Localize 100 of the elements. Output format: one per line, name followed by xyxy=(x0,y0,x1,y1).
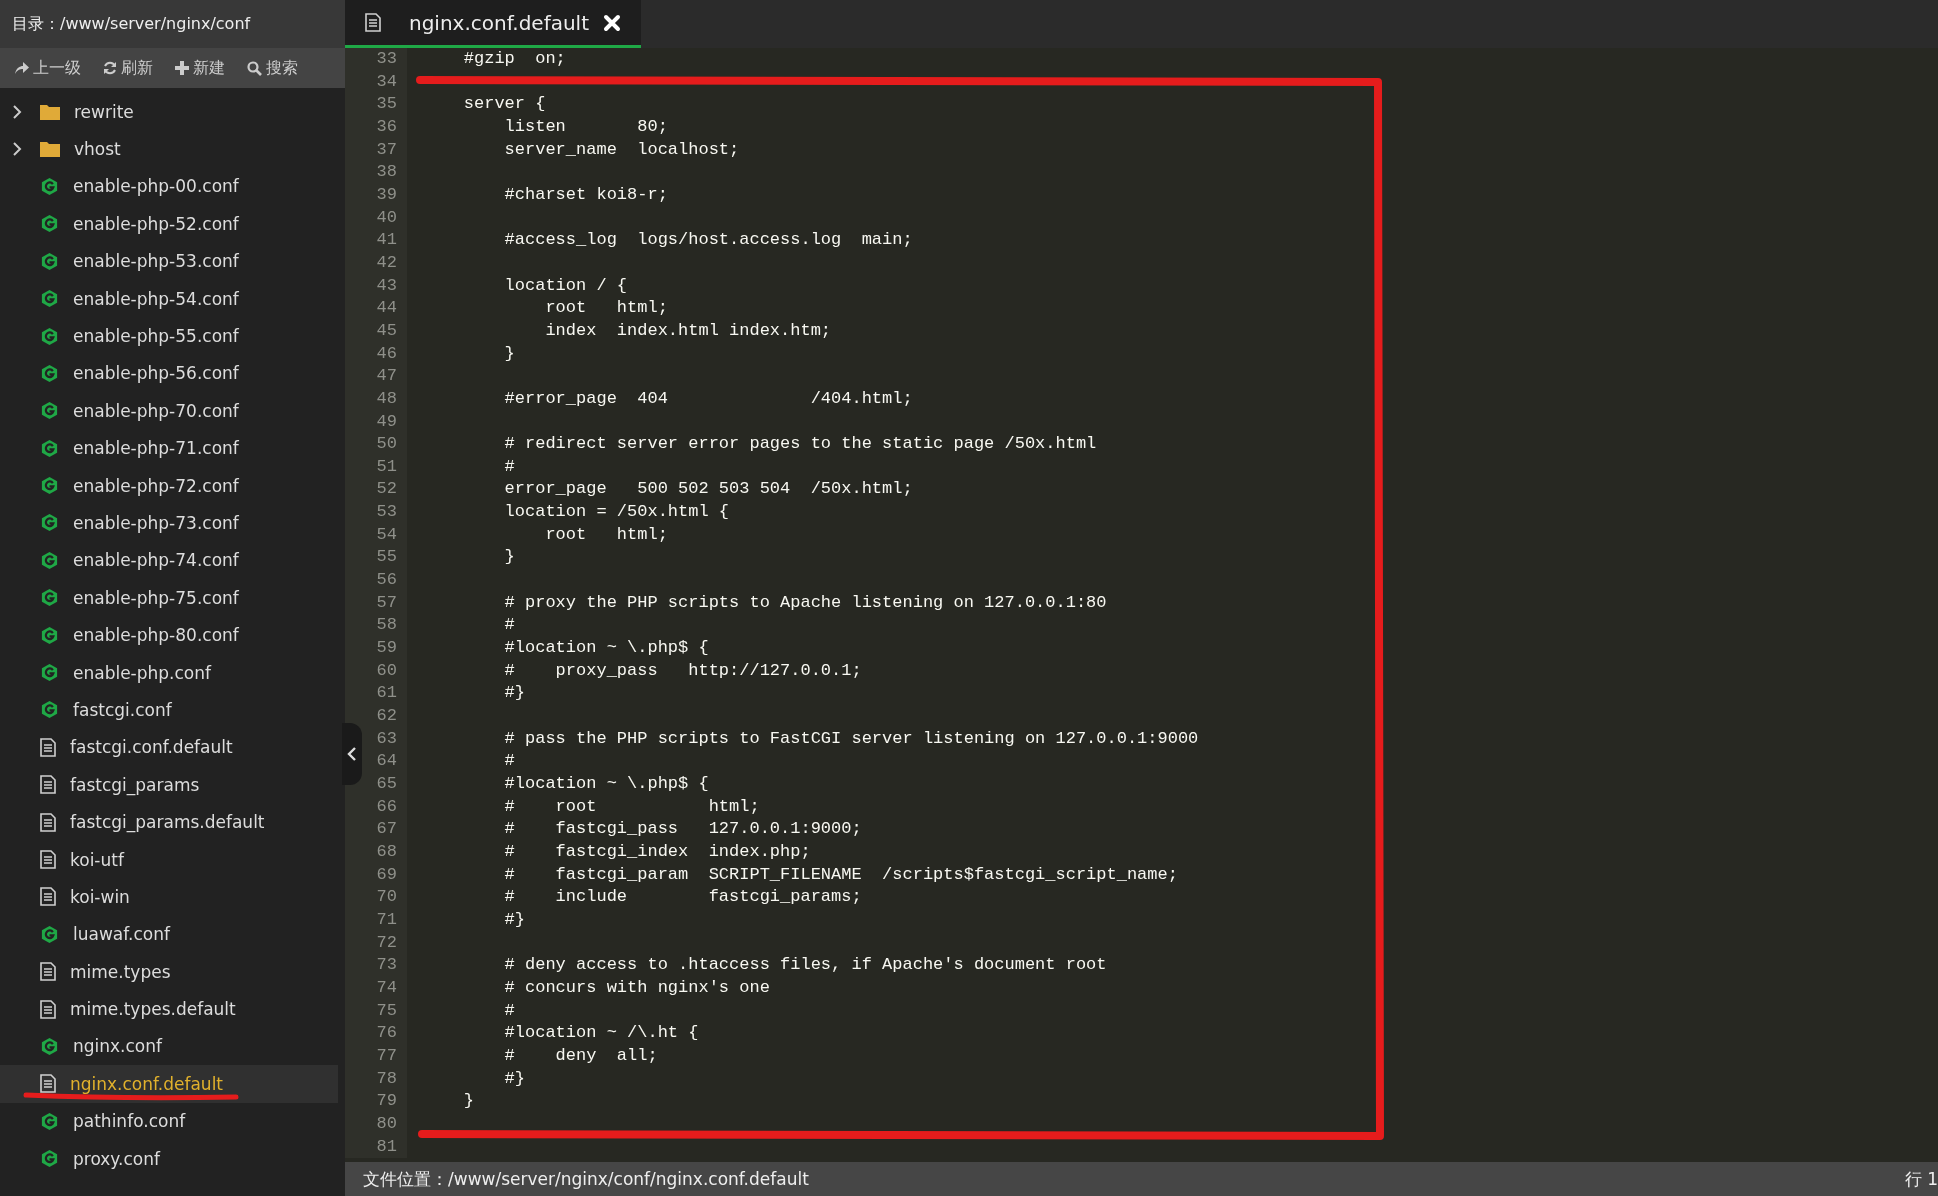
code-line: # redirect server error pages to the static page /50x.html xyxy=(503,433,1097,456)
code-line: root html; xyxy=(544,523,668,546)
code-line: server_name localhost; xyxy=(503,138,740,161)
code-line: # proxy_pass http://127.0.0.1; xyxy=(503,659,862,682)
line-number: 52 xyxy=(345,478,407,502)
code-line: #access_log logs/host.access.log main; xyxy=(503,229,913,252)
g-logo-icon xyxy=(40,550,59,570)
line-number: 62 xyxy=(345,705,407,728)
line-number: 42 xyxy=(345,251,407,275)
code-line: # root html; xyxy=(503,795,760,818)
code-line: # proxy the PHP scripts to Apache listening on 127.0.0.1:80 xyxy=(503,591,1107,614)
file-tree-item[interactable]: koi-win xyxy=(0,878,338,916)
code-line: } xyxy=(503,342,515,365)
g-logo-icon xyxy=(40,176,59,196)
file-tree-item[interactable]: enable-php-53.conf xyxy=(0,242,338,280)
file-tree-item[interactable]: enable-php-54.conf xyxy=(0,279,338,318)
editor-tab[interactable]: nginx.conf.default xyxy=(345,0,642,48)
toolbar-button[interactable]: 搜索 xyxy=(243,55,302,81)
directory-path: 目录：/www/server/nginx/conf xyxy=(12,13,251,35)
line-number: 69 xyxy=(345,863,407,887)
file-tree-item[interactable]: enable-php-55.conf xyxy=(0,317,338,355)
line-number: 77 xyxy=(345,1044,407,1068)
file-tree-item[interactable]: enable-php-70.conf xyxy=(0,392,338,430)
file-tree-item[interactable]: enable-php-73.conf xyxy=(0,504,338,542)
line-number: 74 xyxy=(345,976,407,1000)
file-tree-item[interactable]: nginx.conf xyxy=(0,1027,338,1066)
code-line: #location ~ \.php$ { xyxy=(503,773,709,795)
line-number: 57 xyxy=(345,591,407,615)
g-logo-icon xyxy=(40,924,59,944)
toolbar-button[interactable]: 刷新 xyxy=(99,55,157,81)
document-icon xyxy=(40,812,56,832)
file-tree-item[interactable]: fastcgi.conf xyxy=(0,691,338,729)
file-tree-item[interactable]: fastcgi_params.default xyxy=(0,803,338,841)
close-icon[interactable] xyxy=(603,13,622,32)
file-tree-item[interactable]: enable-php.conf xyxy=(0,653,338,692)
document-icon xyxy=(40,999,56,1019)
code-line: #} xyxy=(503,1067,526,1090)
code-line: #error_page 404 /404.html; xyxy=(503,387,913,410)
g-logo-icon xyxy=(40,401,59,421)
line-number: 78 xyxy=(345,1067,407,1091)
line-number: 44 xyxy=(345,297,407,320)
toolbar-button[interactable]: 新建 xyxy=(171,55,229,81)
chevron-right-icon[interactable] xyxy=(12,141,22,158)
line-number: 36 xyxy=(345,115,407,139)
file-tree-item[interactable]: mime.types xyxy=(0,953,338,991)
code-line: } xyxy=(503,546,515,569)
collapse-handle[interactable] xyxy=(342,723,362,785)
toolbar-button[interactable]: 上一级 xyxy=(10,55,85,81)
file-tree-item[interactable]: luawaf.conf xyxy=(0,915,338,953)
file-tree-item[interactable]: rewrite xyxy=(0,93,338,131)
line-number: 58 xyxy=(345,614,407,638)
file-tree-item[interactable]: enable-php-75.conf xyxy=(0,579,338,617)
folder-icon xyxy=(40,103,60,120)
line-number: 75 xyxy=(345,999,407,1023)
line-number: 73 xyxy=(345,954,407,977)
file-tree-item[interactable]: enable-php-74.conf xyxy=(0,541,338,580)
g-logo-icon xyxy=(40,476,59,496)
line-number: 43 xyxy=(345,274,407,298)
file-tree-item[interactable]: nginx.conf.default xyxy=(0,1065,338,1103)
code-line: # deny access to .htaccess files, if Apache's document root xyxy=(503,954,1107,977)
code-line: #} xyxy=(503,908,526,931)
line-number: 81 xyxy=(345,1135,407,1159)
file-tree-item[interactable]: pathinfo.conf xyxy=(0,1102,338,1140)
code-line: # deny all; xyxy=(503,1044,658,1067)
g-logo-icon xyxy=(40,513,59,533)
line-number: 48 xyxy=(345,387,407,411)
file-tree-item[interactable]: proxy.conf xyxy=(0,1139,338,1178)
g-logo-icon xyxy=(40,1036,59,1056)
file-tree-item[interactable]: vhost xyxy=(0,130,338,168)
line-number: 67 xyxy=(345,818,407,841)
code-line: error_page 500 502 503 504 /50x.html; xyxy=(503,478,913,501)
chevron-right-icon[interactable] xyxy=(12,103,22,120)
code-line: # concurs with nginx's one xyxy=(503,976,770,999)
file-tree-item[interactable]: enable-php-80.conf xyxy=(0,616,338,654)
plus-icon xyxy=(175,61,189,75)
file-location: 文件位置：/www/server/nginx/conf/nginx.conf.default xyxy=(363,1167,809,1191)
line-number: 37 xyxy=(345,138,407,162)
code-line: # xyxy=(503,455,515,478)
code-line: #gzip on; xyxy=(462,48,566,70)
document-icon xyxy=(40,737,56,757)
line-number: 49 xyxy=(345,410,407,434)
file-tree-item[interactable]: enable-php-71.conf xyxy=(0,429,338,467)
code-line: # fastcgi_pass 127.0.0.1:9000; xyxy=(503,818,862,841)
file-tree-item[interactable]: enable-php-56.conf xyxy=(0,354,338,393)
file-tree-item[interactable]: enable-php-00.conf xyxy=(0,167,338,206)
document-icon xyxy=(40,1074,56,1094)
file-tree-item[interactable]: enable-php-52.conf xyxy=(0,205,338,243)
file-tree-item[interactable]: koi-utf xyxy=(0,840,338,879)
file-tree-item[interactable]: enable-php-72.conf xyxy=(0,466,338,505)
g-logo-icon xyxy=(40,663,59,683)
file-tree-item[interactable]: mime.types.default xyxy=(0,990,338,1028)
code-line: # xyxy=(503,614,515,637)
document-icon xyxy=(40,775,56,795)
document-icon xyxy=(365,13,381,32)
code-line: index index.html index.htm; xyxy=(544,319,832,342)
document-icon xyxy=(40,887,56,907)
code-line: location / { xyxy=(503,274,628,297)
line-number: 60 xyxy=(345,659,407,683)
file-tree-item[interactable]: fastcgi.conf.default xyxy=(0,728,338,767)
file-tree-item[interactable]: fastcgi_params xyxy=(0,766,338,804)
